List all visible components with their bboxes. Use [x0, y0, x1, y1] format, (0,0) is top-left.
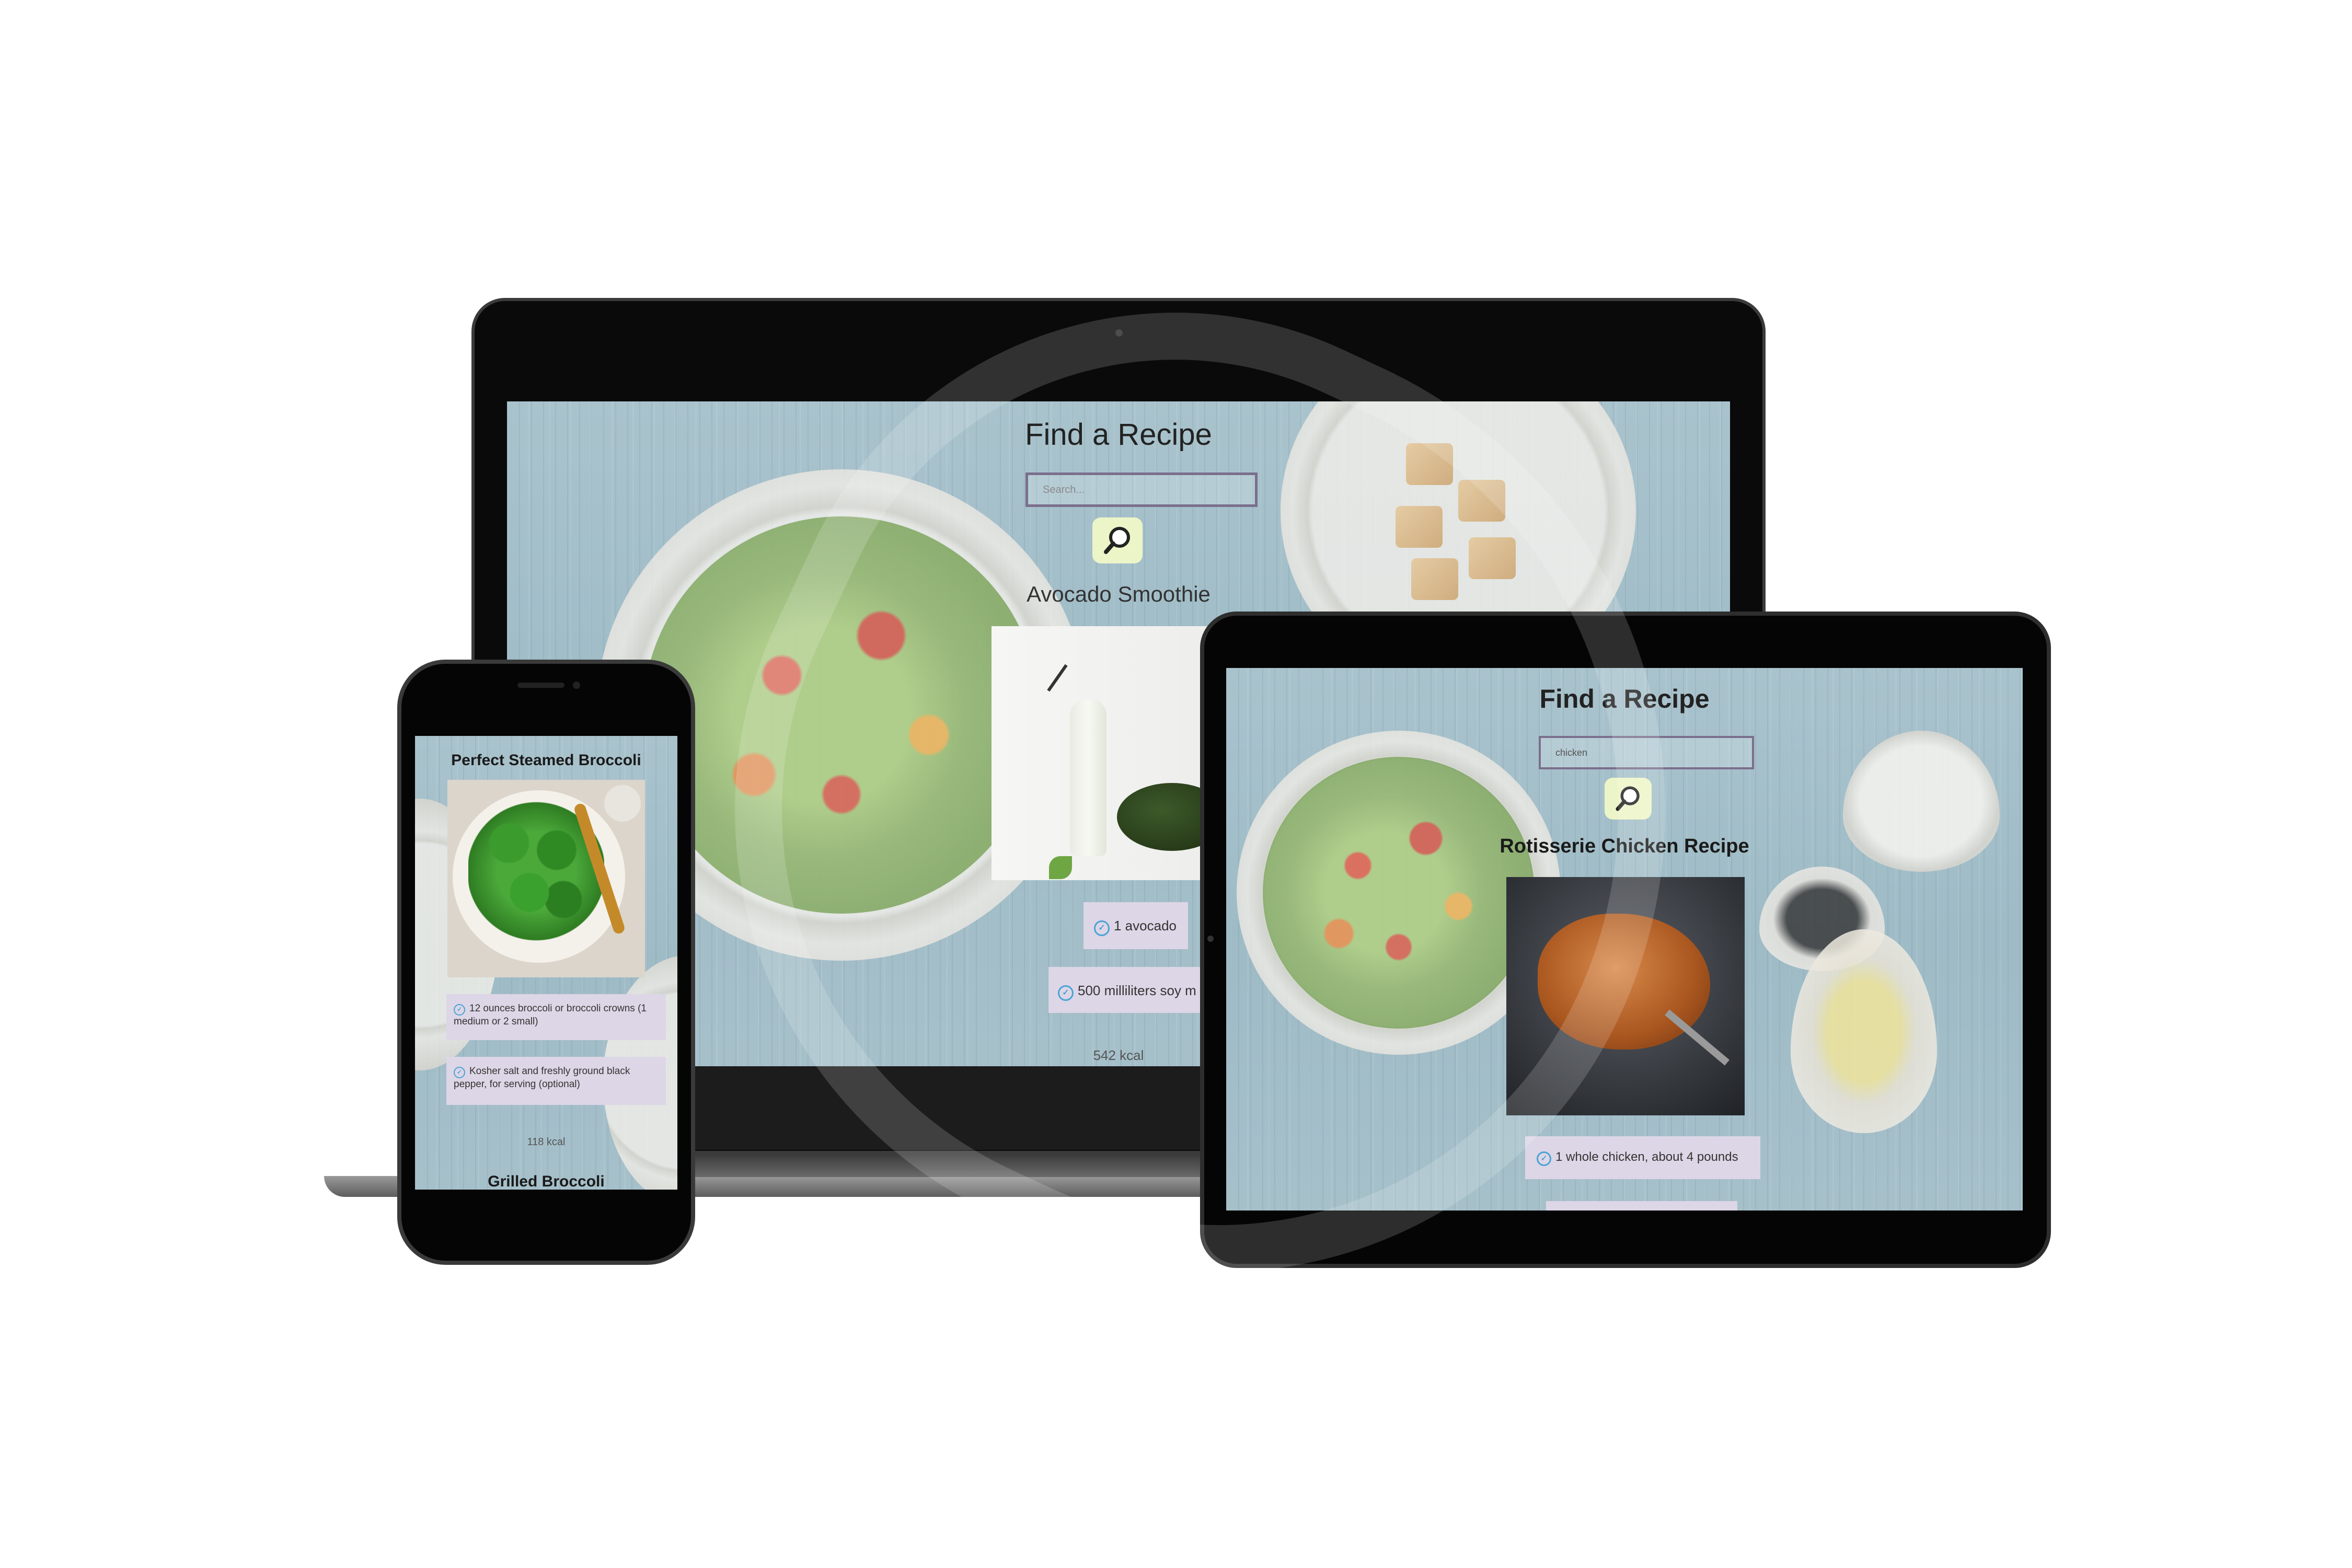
recipe-image — [447, 780, 645, 977]
ingredient-item: ✓ 12 ounces broccoli or broccoli crowns (… — [446, 994, 666, 1040]
check-icon: ✓ — [1058, 985, 1074, 1001]
check-icon: ✓ — [454, 1004, 465, 1016]
laptop-camera — [1115, 329, 1123, 337]
search-input[interactable]: Search... — [1025, 472, 1258, 507]
ingredient-item: ✓ Kosher salt and freshly ground black pe… — [446, 1057, 666, 1105]
ingredient-item: ✓ 1 avocado — [1083, 902, 1188, 949]
recipe-title: Perfect Steamed Broccoli — [451, 752, 641, 769]
phone-screen: Perfect Steamed Broccoli ✓ 12 ounces broc… — [415, 736, 677, 1190]
page-title: Find a Recipe — [1539, 684, 1710, 713]
recipe-title: Avocado Smoothie — [1027, 582, 1210, 606]
search-placeholder: Search... — [1043, 483, 1085, 495]
phone-speaker — [517, 683, 564, 688]
check-icon: ✓ — [1094, 920, 1110, 936]
check-icon: ✓ — [1537, 1151, 1551, 1166]
calorie-count: 118 kcal — [527, 1136, 566, 1148]
magnifier-icon — [1616, 786, 1640, 811]
recipe-image — [1506, 877, 1745, 1115]
tablet-screen: Find a Recipe chicken Rotisserie Chicken… — [1226, 668, 2023, 1210]
search-value: chicken — [1555, 747, 1588, 758]
magnifier-icon — [1104, 527, 1130, 554]
ingredient-item-partial — [1546, 1201, 1737, 1210]
page-title: Find a Recipe — [1025, 418, 1212, 452]
search-button[interactable] — [1605, 778, 1652, 820]
ingredient-item: ✓ 1 whole chicken, about 4 pounds — [1525, 1136, 1760, 1179]
search-input[interactable]: chicken — [1539, 736, 1754, 769]
next-recipe-title: Grilled Broccoli — [488, 1173, 605, 1190]
tablet-camera — [1207, 936, 1214, 942]
phone-camera — [573, 682, 580, 689]
search-button[interactable] — [1092, 517, 1143, 563]
recipe-title: Rotisserie Chicken Recipe — [1500, 835, 1749, 857]
check-icon: ✓ — [454, 1067, 465, 1078]
